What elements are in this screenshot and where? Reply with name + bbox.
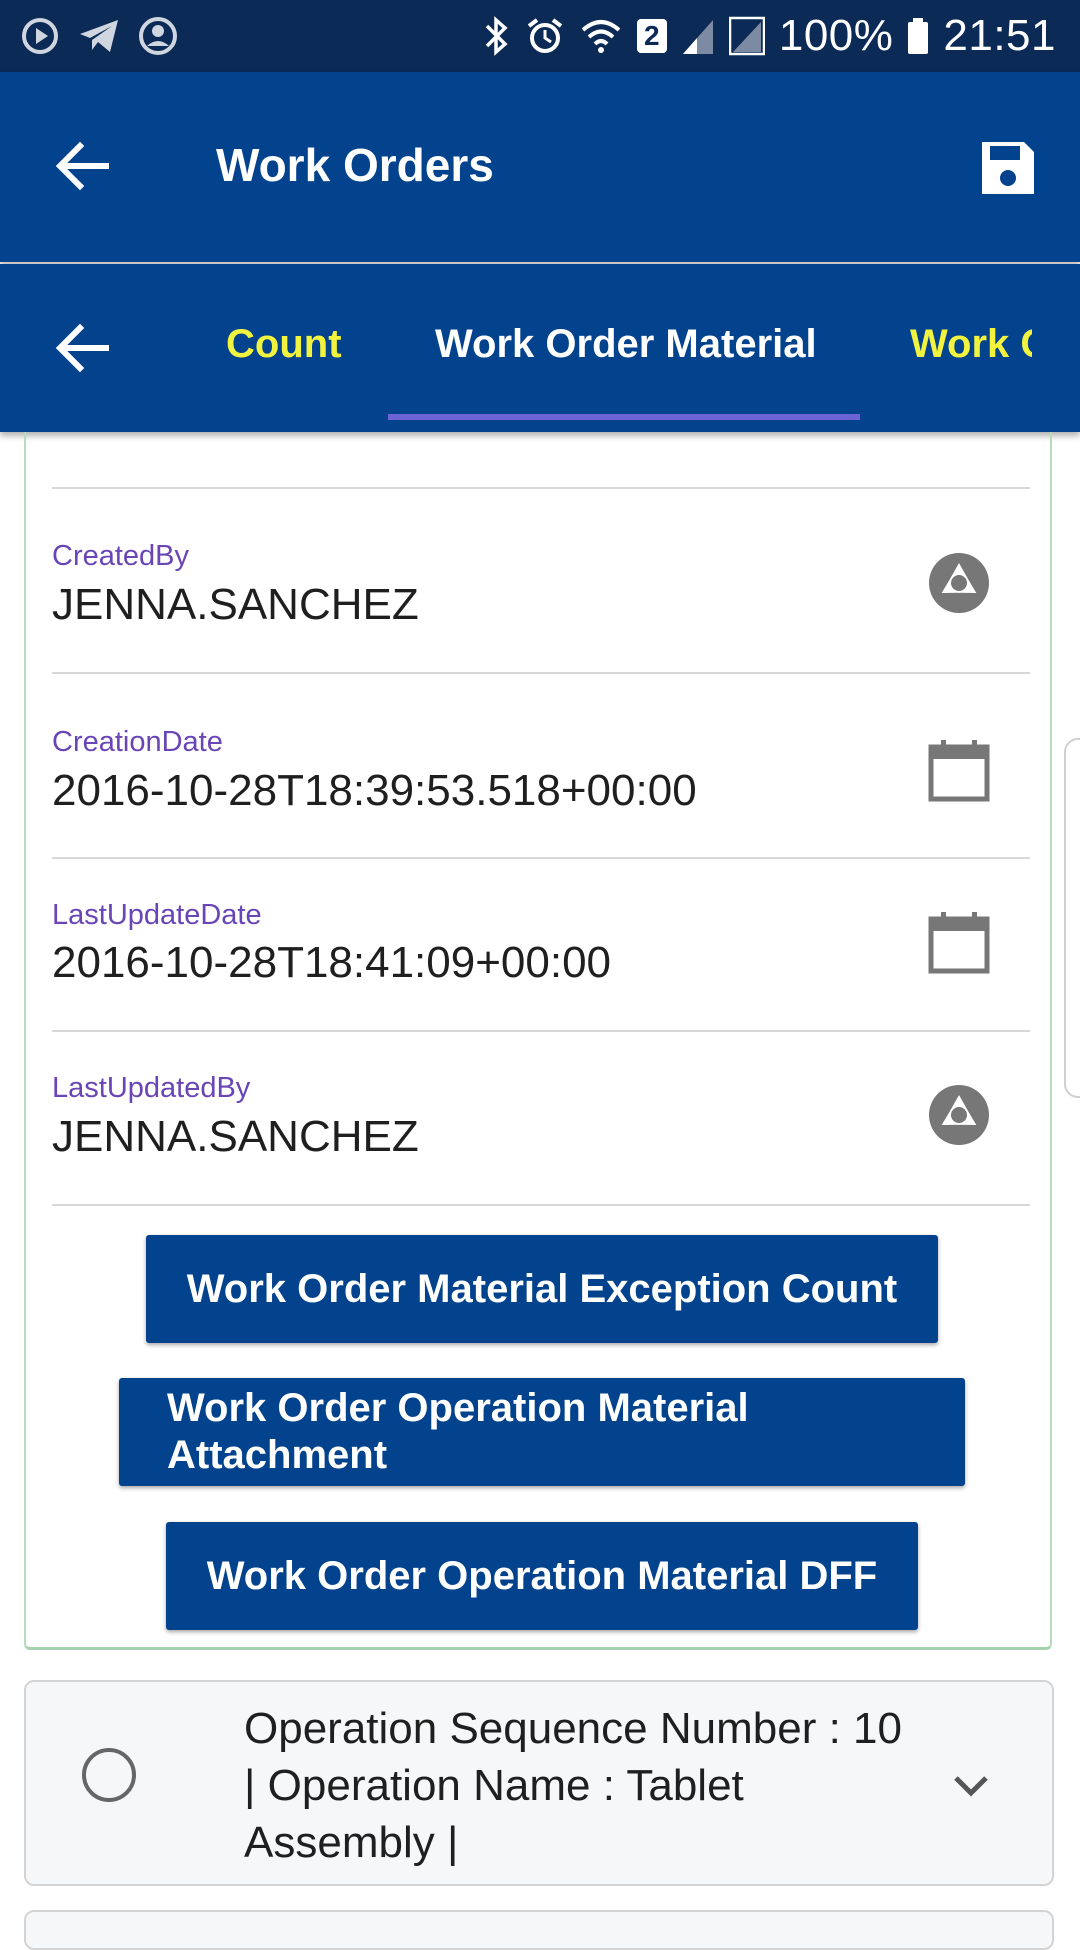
last-updated-by-label: LastUpdatedBy bbox=[52, 1072, 251, 1104]
signal-r-icon bbox=[728, 16, 765, 56]
back-arrow-icon[interactable] bbox=[52, 134, 116, 198]
sim-badge: 2 bbox=[636, 19, 667, 53]
operation-summary: Operation Sequence Number : 10 | Operati… bbox=[244, 1704, 902, 1867]
divider bbox=[52, 1204, 1030, 1206]
page-title: Work Orders bbox=[216, 139, 494, 191]
radio-button[interactable] bbox=[82, 1748, 136, 1802]
status-left-icons bbox=[20, 14, 178, 58]
attachment-button-line1: Work Order Operation Material bbox=[167, 1386, 749, 1430]
creation-date-value[interactable]: 2016-10-28T18:39:53.518+00:00 bbox=[52, 766, 697, 816]
operation-material-dff-button[interactable]: Work Order Operation Material DFF bbox=[166, 1522, 918, 1630]
alarm-icon bbox=[525, 16, 565, 56]
calendar-icon[interactable] bbox=[926, 910, 992, 976]
creation-date-label: CreationDate bbox=[52, 726, 223, 758]
aperture-icon[interactable] bbox=[926, 550, 992, 616]
created-by-value[interactable]: JENNA.SANCHEZ bbox=[52, 580, 419, 630]
battery-icon bbox=[907, 16, 929, 56]
tab-count[interactable]: Count bbox=[226, 322, 342, 367]
status-right-icons: 2 100% 21:51 bbox=[483, 10, 1056, 62]
divider bbox=[52, 487, 1030, 489]
account-circle-icon bbox=[138, 16, 178, 56]
battery-percent: 100% bbox=[778, 11, 894, 60]
app-bar: Work Orders bbox=[0, 72, 1080, 262]
attachment-button-line2: Attachment bbox=[167, 1433, 388, 1477]
last-updated-by-value[interactable]: JENNA.SANCHEZ bbox=[52, 1112, 419, 1162]
work-order-material-card: CreatedBy JENNA.SANCHEZ CreationDate 201… bbox=[24, 432, 1052, 1650]
next-list-item[interactable] bbox=[24, 1910, 1054, 1950]
tab-work-order-next[interactable]: Work C bbox=[910, 322, 1032, 367]
exception-count-button[interactable]: Work Order Material Exception Count bbox=[146, 1235, 938, 1343]
status-bar: 2 100% 21:51 bbox=[0, 0, 1080, 72]
calendar-icon[interactable] bbox=[926, 738, 992, 804]
created-by-label: CreatedBy bbox=[52, 540, 190, 572]
save-icon[interactable] bbox=[978, 138, 1038, 198]
tab-back-arrow-icon[interactable] bbox=[52, 316, 116, 380]
wifi-icon bbox=[579, 16, 623, 56]
telegram-icon bbox=[78, 16, 120, 56]
last-update-date-value[interactable]: 2016-10-28T18:41:09+00:00 bbox=[52, 938, 611, 988]
signal-icon bbox=[681, 16, 715, 56]
tab-work-order-next-clip: Work C bbox=[910, 322, 1032, 367]
play-circle-icon bbox=[20, 16, 60, 56]
tab-work-order-material[interactable]: Work Order Material bbox=[435, 322, 817, 367]
aperture-icon[interactable] bbox=[926, 1082, 992, 1148]
bluetooth-icon bbox=[483, 16, 511, 56]
last-update-date-label: LastUpdateDate bbox=[52, 899, 262, 931]
divider bbox=[52, 857, 1030, 859]
operation-material-attachment-button[interactable]: Work Order Operation Material Attachment bbox=[119, 1378, 965, 1486]
clock: 21:51 bbox=[943, 11, 1056, 60]
operation-list-item[interactable]: Operation Sequence Number : 10 | Operati… bbox=[24, 1680, 1054, 1886]
chevron-down-icon[interactable] bbox=[948, 1764, 994, 1810]
tab-bar: Count Work Order Material Work C bbox=[0, 264, 1080, 432]
divider bbox=[52, 672, 1030, 674]
active-tab-indicator bbox=[388, 414, 860, 420]
scroll-indicator[interactable] bbox=[1064, 738, 1080, 1098]
divider bbox=[52, 1030, 1030, 1032]
